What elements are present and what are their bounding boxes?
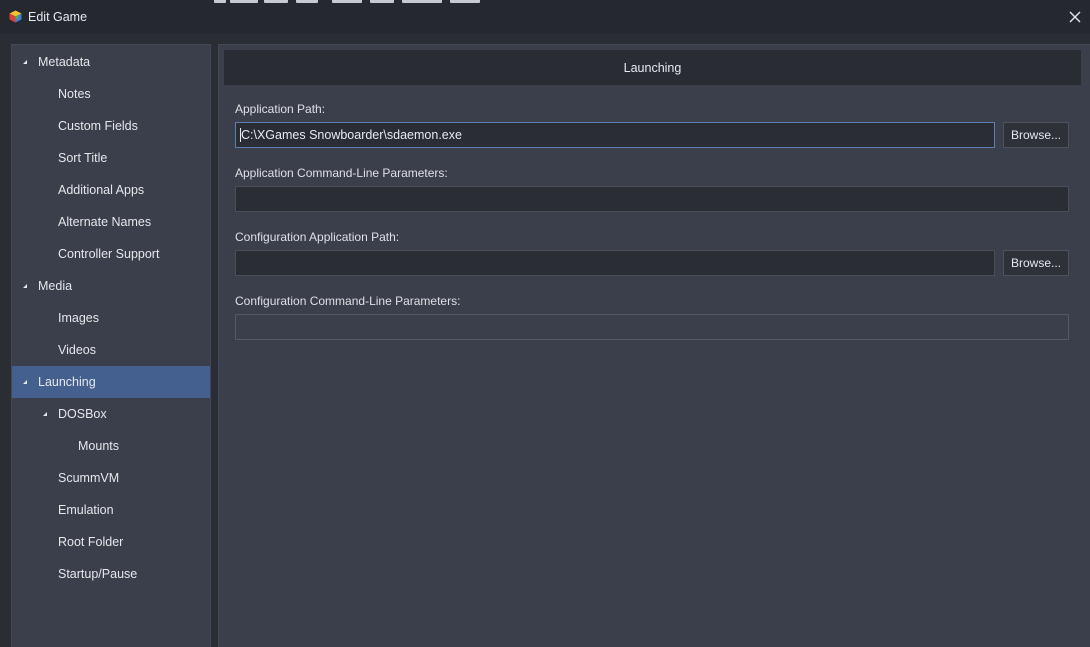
text-cursor — [240, 128, 241, 142]
launchbox-cube-icon — [9, 10, 22, 23]
sidebar-item-controller-support[interactable]: Controller Support — [12, 238, 210, 270]
sidebar-item-label: Alternate Names — [58, 215, 152, 229]
app-path-label: Application Path: — [235, 102, 326, 116]
expanded-caret-icon[interactable] — [21, 58, 29, 66]
sidebar-item-label: Root Folder — [58, 535, 124, 549]
background-window-fragment — [212, 0, 484, 4]
sidebar-item-label: Videos — [58, 343, 96, 357]
app-params-label: Application Command-Line Parameters: — [235, 166, 448, 180]
sidebar-item-additional-apps[interactable]: Additional Apps — [12, 174, 210, 206]
expanded-caret-icon[interactable] — [41, 410, 49, 418]
sidebar-item-label: Sort Title — [58, 151, 108, 165]
sidebar-item-launching[interactable]: Launching — [12, 366, 210, 398]
sidebar-item-emulation[interactable]: Emulation — [12, 494, 210, 526]
sidebar-item-notes[interactable]: Notes — [12, 78, 210, 110]
sidebar-item-images[interactable]: Images — [12, 302, 210, 334]
sidebar-item-alternate-names[interactable]: Alternate Names — [12, 206, 210, 238]
sidebar-item-label: Emulation — [58, 503, 114, 517]
sidebar-item-label: DOSBox — [58, 407, 107, 421]
sidebar-tree: Metadata Notes Custom Fields Sort Title … — [11, 44, 211, 647]
app-path-input[interactable] — [235, 122, 995, 148]
sidebar-item-dosbox[interactable]: DOSBox — [12, 398, 210, 430]
sidebar-item-label: Images — [58, 311, 99, 325]
sidebar-item-label: Metadata — [38, 55, 91, 69]
sidebar-item-root-folder[interactable]: Root Folder — [12, 526, 210, 558]
sidebar-item-label: Media — [38, 279, 73, 293]
app-path-browse-button[interactable]: Browse... — [1003, 122, 1069, 148]
page-title: Launching — [224, 50, 1081, 85]
sidebar-item-label: Custom Fields — [58, 119, 138, 133]
sidebar-item-videos[interactable]: Videos — [12, 334, 210, 366]
config-path-browse-button[interactable]: Browse... — [1003, 250, 1069, 276]
sidebar-item-label: Launching — [38, 375, 96, 389]
window-title: Edit Game — [28, 10, 88, 24]
sidebar-item-custom-fields[interactable]: Custom Fields — [12, 110, 210, 142]
config-path-label: Configuration Application Path: — [235, 230, 400, 244]
sidebar-item-mounts[interactable]: Mounts — [12, 430, 210, 462]
sidebar-item-media[interactable]: Media — [12, 270, 210, 302]
app-params-input[interactable] — [235, 186, 1069, 212]
config-params-label: Configuration Command-Line Parameters: — [235, 294, 461, 308]
sidebar-item-sort-title[interactable]: Sort Title — [12, 142, 210, 174]
close-button[interactable] — [1066, 8, 1084, 26]
sidebar-item-label: Notes — [58, 87, 91, 101]
sidebar-item-label: Mounts — [78, 439, 119, 453]
sidebar-item-startup-pause[interactable]: Startup/Pause — [12, 558, 210, 590]
sidebar-item-label: ScummVM — [58, 471, 120, 485]
sidebar-item-label: Startup/Pause — [58, 567, 138, 581]
expanded-caret-icon[interactable] — [21, 378, 29, 386]
sidebar-item-metadata[interactable]: Metadata — [12, 46, 210, 78]
config-params-input[interactable] — [235, 314, 1069, 340]
config-path-input[interactable] — [235, 250, 995, 276]
sidebar-item-label: Additional Apps — [58, 183, 145, 197]
sidebar-item-label: Controller Support — [58, 247, 160, 261]
title-bar: Edit Game — [0, 0, 1090, 34]
close-icon — [1069, 11, 1081, 23]
sidebar-item-scummvm[interactable]: ScummVM — [12, 462, 210, 494]
expanded-caret-icon[interactable] — [21, 282, 29, 290]
